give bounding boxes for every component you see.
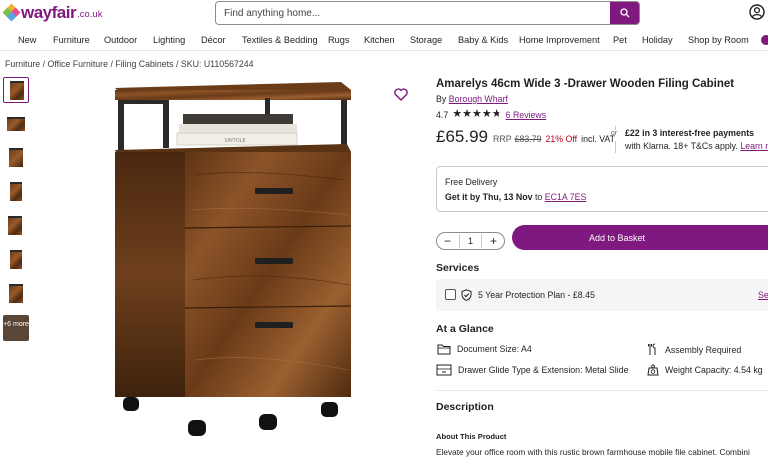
star-icon: ★	[471, 108, 482, 120]
star-icon: ★	[452, 108, 463, 120]
account-icon[interactable]	[749, 4, 765, 20]
description-heading[interactable]: Description	[436, 401, 494, 413]
glance-drawer-glide: Drawer Glide Type & Extension: Metal Sli…	[436, 364, 628, 376]
add-to-basket-button[interactable]: Add to Basket	[512, 225, 768, 250]
nav-item-lighting[interactable]: Lighting	[153, 35, 185, 45]
book-spine-text: SINTOLE	[224, 138, 245, 144]
nav-item-storage[interactable]: Storage	[410, 35, 442, 45]
thumbnail[interactable]	[3, 179, 29, 205]
glance-label: Weight Capacity: 4.54 kg	[665, 365, 763, 375]
services-heading: Services	[436, 262, 480, 274]
rating-value: 4.7	[436, 109, 449, 120]
by-label: By	[436, 94, 447, 104]
header: wayfair .co.uk	[0, 0, 768, 30]
klarna-learn-more-link[interactable]: Learn more	[740, 141, 768, 151]
protection-plan-label: 5 Year Protection Plan - £8.45	[478, 290, 595, 300]
category-nav: New Furniture Outdoor Lighting Décor Tex…	[0, 30, 768, 51]
postcode-link[interactable]: EC1A 7ES	[545, 192, 587, 202]
nav-item-pet[interactable]: Pet	[613, 35, 627, 45]
shield-icon	[461, 289, 472, 301]
star-icon: ★	[481, 108, 492, 120]
delivery-date: Get it by Thu, 13 Nov to EC1A 7ES	[445, 192, 586, 202]
klarna-terms-text: with Klarna. 18+ T&Cs apply.	[625, 141, 738, 151]
price: £65.99	[436, 127, 488, 146]
stepper-divider	[459, 234, 460, 248]
price-row: £65.99 RRP £83.79 21% Off incl. VAT	[436, 127, 615, 147]
tools-icon	[648, 343, 656, 355]
product-title: Amarelys 46cm Wide 3 -Drawer Wooden Fili…	[436, 78, 735, 90]
see-details-link[interactable]: Se	[758, 290, 768, 300]
nav-badge-icon[interactable]	[760, 34, 768, 46]
glance-label: Assembly Required	[665, 344, 742, 355]
description-divider	[436, 390, 768, 391]
half-star-icon: ★	[491, 108, 502, 120]
breadcrumb[interactable]: Furniture / Office Furniture / Filing Ca…	[5, 59, 254, 69]
nav-item-textiles-bedding[interactable]: Textiles & Bedding	[242, 35, 318, 45]
discount-label: 21% Off	[545, 134, 578, 144]
nav-item-kitchen[interactable]: Kitchen	[364, 35, 395, 45]
nav-item-baby-kids[interactable]: Baby & Kids	[458, 35, 508, 45]
vat-label: incl. VAT	[581, 134, 615, 144]
or-divider-bottom	[615, 141, 616, 153]
nav-item-shop-by-room[interactable]: Shop by Room	[688, 35, 749, 45]
nav-item-outdoor[interactable]: Outdoor	[104, 35, 137, 45]
delivery-title: Free Delivery	[445, 177, 498, 187]
more-images-thumbnail[interactable]: +6 more	[3, 315, 29, 341]
decrement-button[interactable]: −	[444, 235, 451, 247]
glance-assembly: Assembly Required	[647, 343, 741, 356]
thumbnail[interactable]	[3, 247, 29, 273]
glance-document-size: Document Size: A4	[437, 343, 532, 355]
quantity-stepper: − 1 +	[436, 232, 505, 250]
rating-stars: ★ ★ ★ ★ ★	[452, 109, 501, 120]
weight-icon	[647, 364, 659, 376]
thumbnail[interactable]	[3, 145, 29, 171]
glance-weight-capacity: Weight Capacity: 4.54 kg	[647, 364, 763, 376]
or-label: or	[611, 130, 618, 137]
nav-item-rugs[interactable]: Rugs	[328, 35, 349, 45]
nav-item-new[interactable]: New	[18, 35, 36, 45]
star-icon: ★	[462, 108, 472, 120]
heart-icon[interactable]	[394, 88, 408, 101]
delivery-to-label: to	[534, 192, 543, 202]
increment-button[interactable]: +	[490, 235, 497, 247]
glance-heading: At a Glance	[436, 323, 494, 335]
product-image: SINTOLE	[115, 82, 352, 436]
search-icon	[619, 8, 629, 18]
delivery-date-text: Get it by Thu, 13 Nov	[445, 192, 533, 202]
protection-plan-row: 5 Year Protection Plan - £8.45 Se	[436, 279, 768, 311]
folder-icon	[437, 344, 451, 355]
brand-line: By Borough Wharf	[436, 94, 508, 104]
drawer-icon	[436, 364, 452, 376]
klarna-offer: £22 in 3 interest-free payments	[625, 128, 755, 138]
logo-mark-icon	[2, 3, 21, 22]
logo-text: wayfair	[21, 3, 77, 22]
about-heading: About This Product	[436, 432, 507, 441]
logo-domain: .co.uk	[77, 9, 103, 20]
reviews-link[interactable]: 6 Reviews	[506, 110, 547, 120]
delivery-box: Free Delivery Get it by Thu, 13 Nov to E…	[436, 166, 768, 212]
thumbnail[interactable]	[3, 77, 29, 103]
rrp-price: £83.79	[514, 134, 542, 144]
nav-item-furniture[interactable]: Furniture	[53, 35, 90, 45]
rating-row: 4.7 ★ ★ ★ ★ ★ 6 Reviews	[436, 109, 546, 120]
glance-label: Drawer Glide Type & Extension: Metal Sli…	[458, 365, 629, 375]
nav-item-home-improvement[interactable]: Home Improvement	[519, 35, 600, 45]
search-bar	[215, 1, 640, 25]
rrp-label: RRP	[493, 134, 512, 144]
brand-link[interactable]: Borough Wharf	[449, 94, 508, 104]
thumbnail[interactable]	[3, 110, 29, 136]
klarna-terms: with Klarna. 18+ T&Cs apply. Learn more	[625, 141, 768, 151]
thumbnail[interactable]	[3, 213, 29, 239]
thumbnail[interactable]	[3, 281, 29, 307]
nav-item-holiday[interactable]: Holiday	[642, 35, 673, 45]
wayfair-logo[interactable]: wayfair .co.uk	[2, 2, 103, 24]
nav-item-decor[interactable]: Décor	[201, 35, 226, 45]
glance-label: Document Size: A4	[457, 344, 532, 354]
quantity-value[interactable]: 1	[468, 236, 473, 246]
search-button[interactable]	[610, 2, 639, 24]
description-text: Elevate your office room with this rusti…	[436, 447, 750, 457]
search-input[interactable]	[216, 2, 610, 24]
protection-plan-checkbox[interactable]	[445, 289, 456, 300]
stepper-divider	[480, 234, 482, 248]
